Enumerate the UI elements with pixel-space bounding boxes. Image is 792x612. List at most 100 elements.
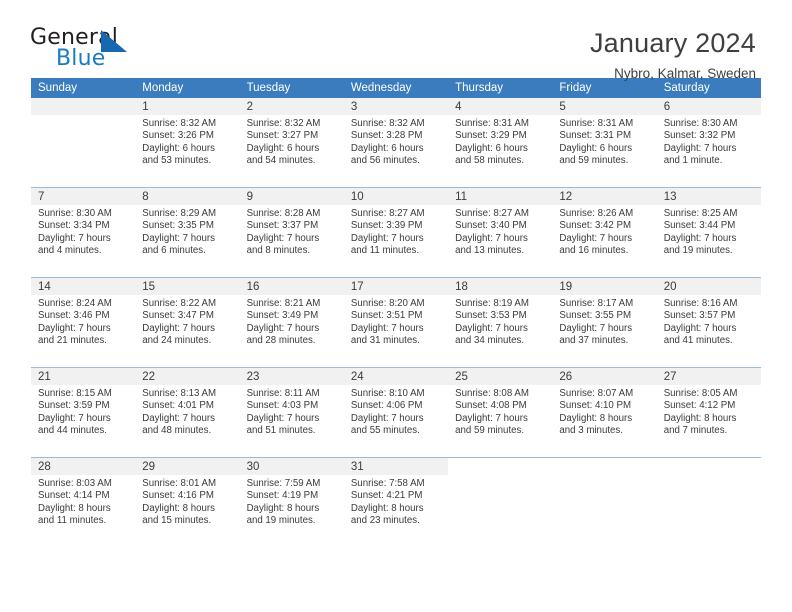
detail-daylight-line2: and 44 minutes. <box>38 425 107 437</box>
detail-daylight-line1: Daylight: 7 hours <box>38 322 111 334</box>
calendar-day-cell[interactable]: 4 Sunrise: 8:31 AM Sunset: 3:29 PM Daylight… <box>448 98 553 188</box>
detail-sunset: Sunset: 4:03 PM <box>246 400 319 412</box>
calendar-day-cell[interactable]: 9 Sunrise: 8:28 AM Sunset: 3:37 PM Daylight… <box>239 187 344 278</box>
calendar-week-row: 1 Sunrise: 8:32 AM Sunset: 3:26 PM Daylight… <box>31 98 761 188</box>
detail-daylight-line2: and 24 minutes. <box>142 335 212 347</box>
detail-sunset: Sunset: 3:55 PM <box>559 310 632 322</box>
detail-sunset: Sunset: 3:57 PM <box>663 310 736 322</box>
brand-name-blue: Blue <box>56 46 106 71</box>
day-details: Sunrise: 8:11 AM Sunset: 4:03 PM Daylight:… <box>240 385 344 438</box>
day-details: Sunrise: 7:59 AM Sunset: 4:19 PM Daylight:… <box>240 475 344 528</box>
calendar-day-cell[interactable]: 27 Sunrise: 8:05 AM Sunset: 4:12 PM Dayligh… <box>656 367 761 458</box>
calendar-day-cell[interactable]: 28 Sunrise: 8:03 AM Sunset: 4:14 PM Dayligh… <box>31 457 136 547</box>
day-details: Sunrise: 8:29 AM Sunset: 3:35 PM Daylight:… <box>135 205 239 258</box>
detail-sunrise: Sunrise: 7:58 AM <box>350 478 425 489</box>
calendar-day-cell[interactable]: 15 Sunrise: 8:22 AM Sunset: 3:47 PM Dayligh… <box>135 277 240 368</box>
day-number: 1 <box>135 98 240 115</box>
day-details: Sunrise: 8:19 AM Sunset: 3:53 PM Daylight:… <box>448 295 552 348</box>
day-cell-inner: 28 Sunrise: 8:03 AM Sunset: 4:14 PM Dayligh… <box>31 458 136 547</box>
day-details: Sunrise: 8:10 AM Sunset: 4:06 PM Daylight:… <box>344 385 448 438</box>
calendar-empty-cell <box>552 457 657 547</box>
calendar-day-cell[interactable]: 6 Sunrise: 8:30 AM Sunset: 3:32 PM Daylight… <box>656 98 761 188</box>
calendar-day-cell[interactable]: 26 Sunrise: 8:07 AM Sunset: 4:10 PM Dayligh… <box>552 367 657 458</box>
day-number: 25 <box>448 368 553 385</box>
calendar-day-cell[interactable]: 30 Sunrise: 7:59 AM Sunset: 4:19 PM Dayligh… <box>239 457 344 547</box>
detail-sunrise: Sunrise: 8:22 AM <box>142 298 217 309</box>
day-number: 7 <box>31 188 136 205</box>
detail-sunrise: Sunrise: 8:21 AM <box>246 298 321 309</box>
day-number: 17 <box>343 278 449 295</box>
day-cell-inner: 11 Sunrise: 8:27 AM Sunset: 3:40 PM Dayligh… <box>448 188 553 277</box>
day-number: 10 <box>343 188 449 205</box>
detail-sunrise: Sunrise: 8:10 AM <box>350 388 425 399</box>
detail-sunset: Sunset: 3:29 PM <box>455 130 527 142</box>
detail-daylight-line1: Daylight: 7 hours <box>455 322 528 334</box>
calendar-day-cell[interactable]: 10 Sunrise: 8:27 AM Sunset: 3:39 PM Dayligh… <box>343 187 449 278</box>
calendar-day-cell[interactable]: 17 Sunrise: 8:20 AM Sunset: 3:51 PM Dayligh… <box>343 277 449 368</box>
calendar-day-cell[interactable]: 2 Sunrise: 8:32 AM Sunset: 3:27 PM Daylight… <box>239 98 344 188</box>
day-cell-inner: 27 Sunrise: 8:05 AM Sunset: 4:12 PM Dayligh… <box>656 368 761 457</box>
day-cell-inner: 25 Sunrise: 8:08 AM Sunset: 4:08 PM Dayligh… <box>448 368 553 457</box>
detail-daylight-line2: and 31 minutes. <box>350 335 420 347</box>
detail-sunset: Sunset: 3:59 PM <box>38 400 110 412</box>
calendar-day-cell[interactable]: 24 Sunrise: 8:10 AM Sunset: 4:06 PM Dayligh… <box>343 367 449 458</box>
day-cell-inner: 26 Sunrise: 8:07 AM Sunset: 4:10 PM Dayligh… <box>552 368 657 457</box>
calendar-day-cell[interactable]: 22 Sunrise: 8:13 AM Sunset: 4:01 PM Dayligh… <box>135 367 240 458</box>
day-cell-inner: 31 Sunrise: 7:58 AM Sunset: 4:21 PM Dayligh… <box>343 458 449 547</box>
calendar-day-cell[interactable]: 14 Sunrise: 8:24 AM Sunset: 3:46 PM Dayligh… <box>31 277 136 368</box>
calendar-day-cell[interactable]: 19 Sunrise: 8:17 AM Sunset: 3:55 PM Dayligh… <box>552 277 657 368</box>
day-cell-inner: 21 Sunrise: 8:15 AM Sunset: 3:59 PM Dayligh… <box>31 368 136 457</box>
detail-daylight-line2: and 15 minutes. <box>142 515 212 527</box>
detail-daylight-line1: Daylight: 6 hours <box>246 142 320 154</box>
detail-sunrise: Sunrise: 8:13 AM <box>142 388 217 399</box>
calendar-week-row: 7 Sunrise: 8:30 AM Sunset: 3:34 PM Daylight… <box>31 187 761 278</box>
detail-daylight-line2: and 11 minutes. <box>38 515 107 527</box>
calendar-day-cell[interactable]: 7 Sunrise: 8:30 AM Sunset: 3:34 PM Daylight… <box>31 187 136 278</box>
detail-daylight-line2: and 19 minutes. <box>663 245 733 257</box>
calendar-day-cell[interactable]: 1 Sunrise: 8:32 AM Sunset: 3:26 PM Daylight… <box>135 98 240 188</box>
day-cell-inner: 6 Sunrise: 8:30 AM Sunset: 3:32 PM Daylight… <box>656 98 761 187</box>
detail-sunset: Sunset: 3:40 PM <box>455 220 527 232</box>
day-cell-inner <box>31 98 136 187</box>
detail-sunrise: Sunrise: 8:30 AM <box>38 208 112 219</box>
detail-daylight-line2: and 53 minutes. <box>142 155 212 167</box>
detail-sunrise: Sunrise: 8:19 AM <box>455 298 529 309</box>
weekday-header-thursday: Thursday <box>448 78 553 98</box>
calendar-day-cell[interactable]: 21 Sunrise: 8:15 AM Sunset: 3:59 PM Dayligh… <box>31 367 136 458</box>
calendar-day-cell[interactable]: 8 Sunrise: 8:29 AM Sunset: 3:35 PM Daylight… <box>135 187 240 278</box>
calendar-day-cell[interactable]: 31 Sunrise: 7:58 AM Sunset: 4:21 PM Dayligh… <box>343 457 449 547</box>
weekday-header-monday: Monday <box>135 78 240 98</box>
calendar-day-cell[interactable]: 25 Sunrise: 8:08 AM Sunset: 4:08 PM Dayligh… <box>448 367 553 458</box>
day-cell-inner: 30 Sunrise: 7:59 AM Sunset: 4:19 PM Dayligh… <box>239 458 344 547</box>
calendar-day-cell[interactable]: 13 Sunrise: 8:25 AM Sunset: 3:44 PM Dayligh… <box>656 187 761 278</box>
brand-logo[interactable]: General Blue <box>30 26 142 76</box>
day-cell-inner: 16 Sunrise: 8:21 AM Sunset: 3:49 PM Dayligh… <box>239 278 344 367</box>
calendar-day-cell[interactable]: 12 Sunrise: 8:26 AM Sunset: 3:42 PM Dayligh… <box>552 187 657 278</box>
calendar-day-cell[interactable]: 5 Sunrise: 8:31 AM Sunset: 3:31 PM Daylight… <box>552 98 657 188</box>
calendar-week-row: 21 Sunrise: 8:15 AM Sunset: 3:59 PM Dayligh… <box>31 367 761 458</box>
calendar-day-cell[interactable]: 23 Sunrise: 8:11 AM Sunset: 4:03 PM Dayligh… <box>239 367 344 458</box>
calendar-day-cell[interactable]: 29 Sunrise: 8:01 AM Sunset: 4:16 PM Dayligh… <box>135 457 240 547</box>
detail-sunrise: Sunrise: 8:30 AM <box>663 118 738 129</box>
calendar-day-cell[interactable]: 18 Sunrise: 8:19 AM Sunset: 3:53 PM Dayligh… <box>448 277 553 368</box>
day-number: 19 <box>552 278 657 295</box>
day-number: 27 <box>656 368 761 385</box>
detail-sunrise: Sunrise: 8:26 AM <box>559 208 634 219</box>
calendar-day-cell[interactable]: 20 Sunrise: 8:16 AM Sunset: 3:57 PM Dayligh… <box>656 277 761 368</box>
detail-sunset: Sunset: 3:32 PM <box>663 130 736 142</box>
title-block: January 2024 Nybro, Kalmar, Sweden <box>590 26 756 81</box>
detail-daylight-line2: and 16 minutes. <box>559 245 629 257</box>
detail-daylight-line2: and 13 minutes. <box>455 245 525 257</box>
calendar-day-cell[interactable]: 11 Sunrise: 8:27 AM Sunset: 3:40 PM Dayligh… <box>448 187 553 278</box>
calendar-day-cell[interactable]: 16 Sunrise: 8:21 AM Sunset: 3:49 PM Dayligh… <box>239 277 344 368</box>
detail-daylight-line1: Daylight: 7 hours <box>663 232 737 244</box>
calendar-day-cell[interactable]: 3 Sunrise: 8:32 AM Sunset: 3:28 PM Daylight… <box>343 98 449 188</box>
day-number: 5 <box>552 98 657 115</box>
detail-daylight-line1: Daylight: 7 hours <box>350 322 424 334</box>
day-number: 29 <box>135 458 240 475</box>
day-details: Sunrise: 8:03 AM Sunset: 4:14 PM Daylight:… <box>31 475 135 528</box>
detail-sunrise: Sunrise: 8:32 AM <box>246 118 321 129</box>
detail-daylight-line2: and 59 minutes. <box>455 425 525 437</box>
day-number <box>552 458 657 475</box>
detail-daylight-line1: Daylight: 8 hours <box>142 502 215 514</box>
